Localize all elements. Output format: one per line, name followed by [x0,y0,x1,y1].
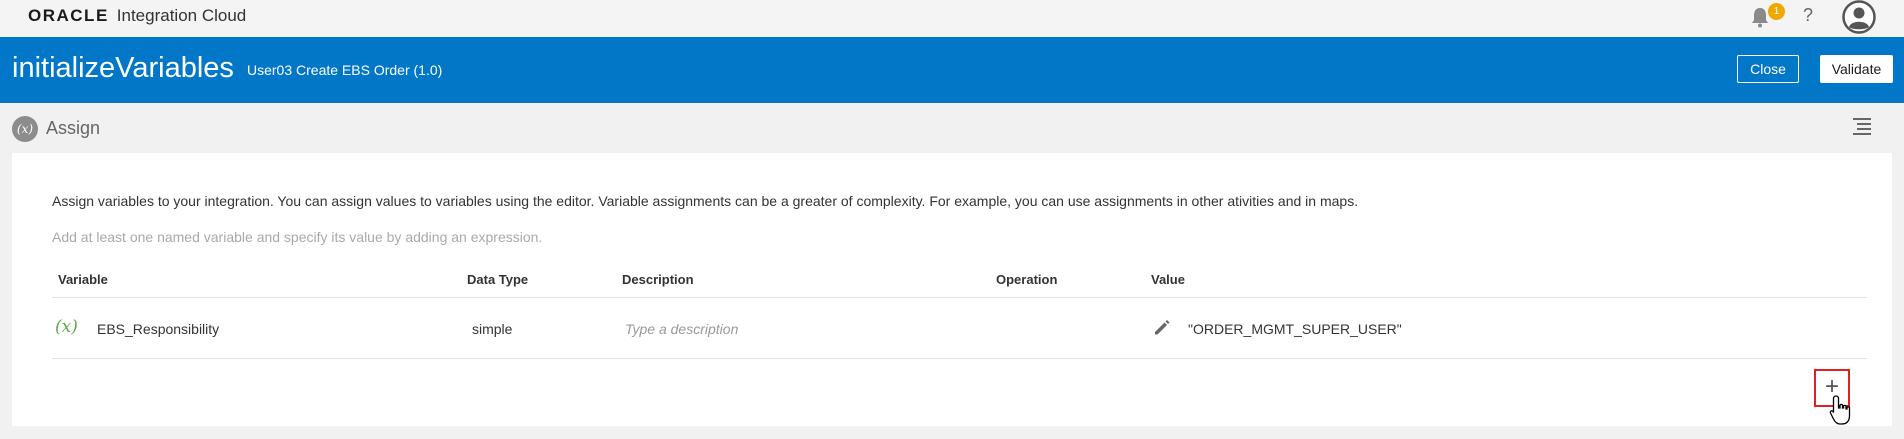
column-header-value: Value [1151,272,1185,287]
list-menu-icon[interactable] [1853,118,1871,135]
description-input[interactable] [623,316,967,342]
hand-cursor-icon [1829,395,1851,425]
top-bar: ORACLE Integration Cloud 1 ? [0,0,1904,38]
oracle-logo: ORACLE [28,6,109,25]
row-divider [52,358,1867,359]
assign-variable-icon: (x) [12,116,38,142]
section-header: (x) Assign [0,103,1904,153]
variable-name[interactable]: EBS_Responsibility [97,321,219,337]
brand: ORACLE Integration Cloud [28,6,246,26]
integration-name: User03 Create EBS Order (1.0) [247,62,443,78]
notification-badge: 1 [1768,3,1785,20]
column-header-variable: Variable [58,272,108,287]
validate-button[interactable]: Validate [1820,55,1893,83]
user-avatar-icon[interactable] [1842,0,1876,34]
close-button[interactable]: Close [1737,55,1799,83]
hint-text: Add at least one named variable and spec… [52,229,543,245]
editor-header: initializeVariables User03 Create EBS Or… [0,37,1904,103]
page-title: initializeVariables [12,52,234,84]
intro-text: Assign variables to your integration. Yo… [52,193,1359,209]
help-icon[interactable]: ? [1803,5,1813,26]
pencil-icon[interactable] [1153,318,1171,336]
product-name: Integration Cloud [116,6,247,25]
variable-icon: (x) [55,317,78,337]
column-header-description: Description [622,272,694,287]
value-expression[interactable]: "ORDER_MGMT_SUPER_USER" [1188,321,1402,337]
column-header-data-type: Data Type [467,272,529,287]
assign-card: Assign variables to your integration. Yo… [12,153,1892,426]
section-title: Assign [46,118,101,138]
header-divider [52,297,1867,298]
column-header-operation: Operation [996,272,1058,287]
data-type-value: simple [472,321,513,337]
